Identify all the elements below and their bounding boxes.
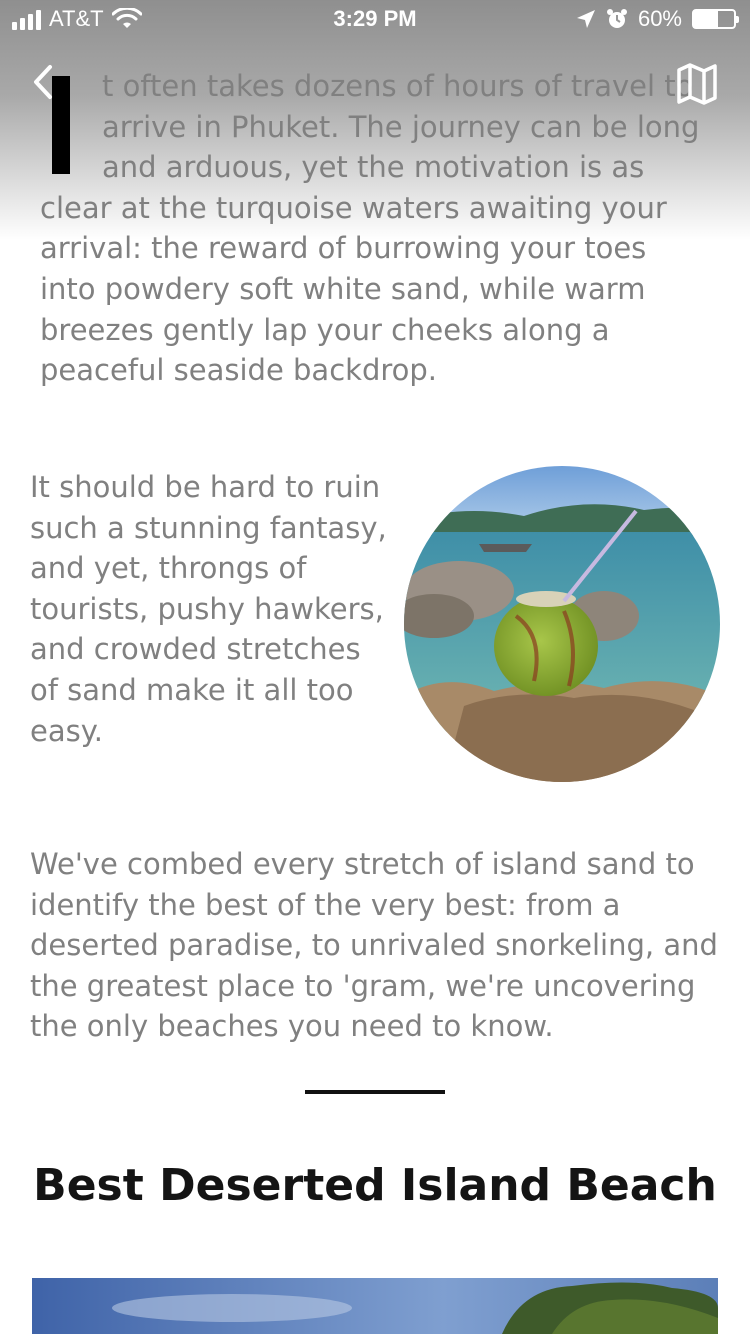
section-title: Best Deserted Island Beach <box>33 1160 717 1211</box>
paragraph-3: We've combed every stretch of island san… <box>30 847 718 1044</box>
location-arrow-icon <box>576 10 595 28</box>
status-bar: AT&T 3:29 PM 60% <box>0 0 750 40</box>
intro-text: t often takes dozens of hours of travel … <box>40 69 700 388</box>
paragraph-2: It should be hard to ruin such a stunnin… <box>30 470 387 748</box>
back-button[interactable] <box>28 62 58 102</box>
deserted-beach-image <box>32 1278 718 1334</box>
battery-icon <box>692 9 739 29</box>
map-button[interactable] <box>676 62 718 106</box>
coconut-beach-image <box>404 466 720 782</box>
map-icon <box>677 63 717 105</box>
status-right: 60% <box>576 6 739 32</box>
intro-paragraph: t often takes dozens of hours of travel … <box>40 66 710 391</box>
alarm-icon <box>606 9 627 28</box>
battery-percent: 60% <box>637 6 682 31</box>
chevron-left-icon <box>34 65 52 99</box>
battery-fill <box>694 11 718 27</box>
section-divider <box>305 1090 445 1094</box>
